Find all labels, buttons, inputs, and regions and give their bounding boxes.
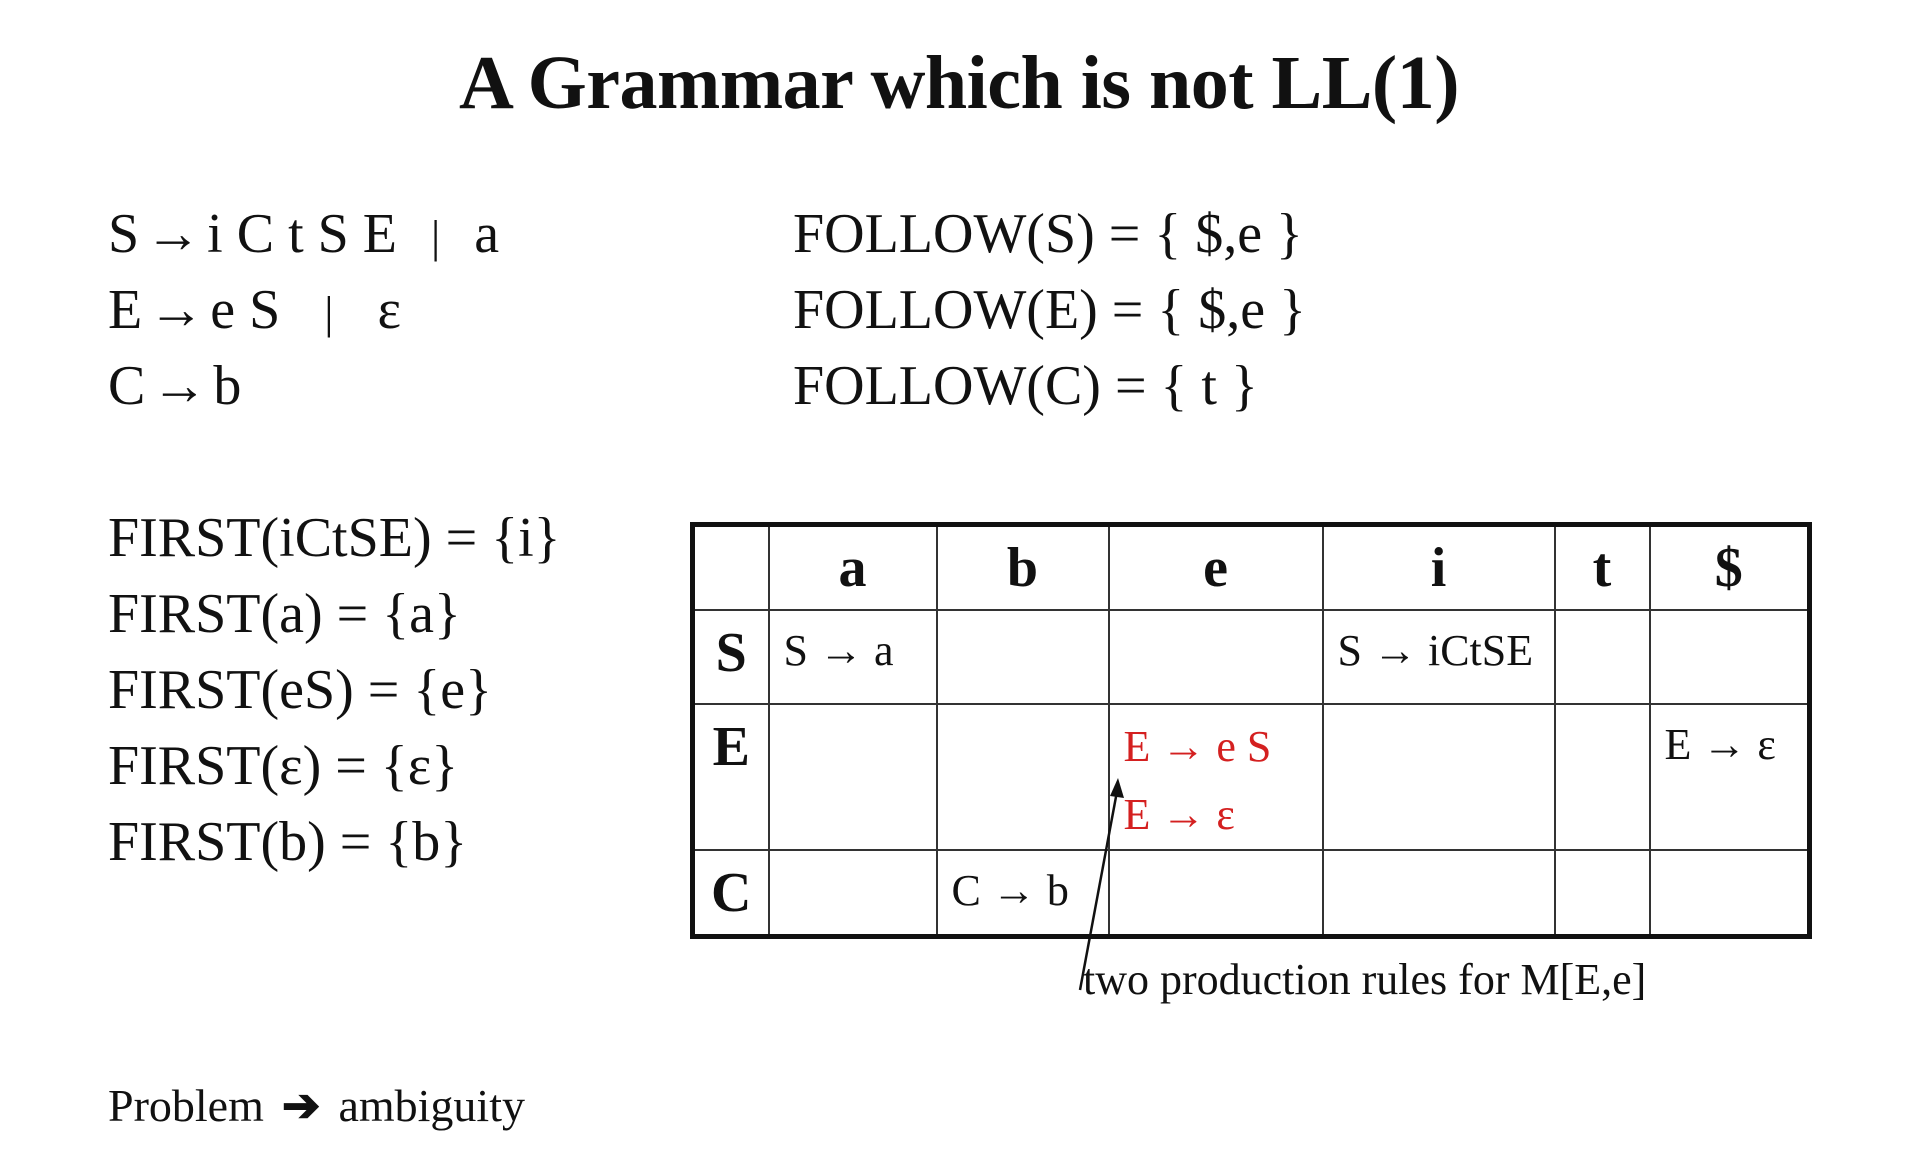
production-rhs: i C t S E [207,203,397,265]
production-lhs: C [108,355,146,417]
production-rhs: e S [210,279,281,341]
table-cell [1648,849,1811,937]
table-cell [767,703,938,851]
ll1-parse-table: a b e i t $ S S → a S → iCtSE E E → e S … [690,522,1812,939]
table-cell [1553,849,1651,937]
table-cell: S → a [767,609,938,705]
production-alt: ε [377,279,401,341]
first-es: FIRST(eS) = {e} [108,659,492,721]
arrow-icon: → [145,203,202,265]
first-a: FIRST(a) = {a} [108,583,461,645]
right-arrow-icon: ➔ [281,1080,321,1131]
conflict-productions: E → e S E → ε [1123,722,1272,839]
production-e: E → e S | ε [108,278,401,345]
production-rhs: b [213,355,242,417]
table-row: S S → a S → iCtSE [691,609,1811,705]
table-cell [1321,703,1556,851]
row-header: E [691,703,770,851]
production-s: S → i C t S E | a [108,202,499,269]
table-cell [1553,609,1651,705]
table-cell [1648,609,1811,705]
production-alt: a [474,203,500,265]
column-header: b [935,523,1110,611]
table-cell [1321,849,1556,937]
follow-e: FOLLOW(E) = { $,e } [793,279,1306,341]
problem-label: Problem [108,1080,264,1131]
table-cell [935,609,1110,705]
follow-c: FOLLOW(C) = { t } [793,355,1258,417]
table-cell [935,703,1110,851]
table-cell [1553,703,1651,851]
table-corner [691,523,770,611]
follow-s: FOLLOW(S) = { $,e } [793,203,1303,265]
column-header: e [1107,523,1324,611]
alternative-bar: | [324,287,334,338]
first-icstse: FIRST(iCtSE) = {i} [108,507,561,569]
column-header: a [767,523,938,611]
slide-title: A Grammar which is not LL(1) [458,41,1460,125]
column-header: i [1321,523,1556,611]
row-header: S [691,609,770,705]
alternative-bar: | [430,211,441,262]
table-row: C C → b [691,849,1811,937]
conflict-annotation: two production rules for M[E,e] [1083,955,1647,1004]
conflict-cell: E → e S E → ε [1107,703,1324,851]
column-header: $ [1648,523,1811,611]
production-lhs: E [108,279,143,341]
table-row: E E → e S E → ε E → ε [691,703,1811,851]
first-epsilon: FIRST(ε) = {ε} [108,735,459,797]
arrow-icon: → [148,279,205,341]
production-c: C → b [108,354,241,418]
row-header: C [691,849,770,937]
table-cell: E → ε [1648,703,1811,851]
problem-text: ambiguity [338,1080,525,1131]
table-cell [1107,609,1324,705]
column-header: t [1553,523,1651,611]
table-cell: S → iCtSE [1321,609,1556,705]
table-cell [1107,849,1324,937]
table-cell: C → b [935,849,1110,937]
table-cell [767,849,938,937]
production-lhs: S [108,203,140,265]
arrow-icon: → [151,355,208,417]
first-b: FIRST(b) = {b} [108,811,468,873]
table-header-row: a b e i t $ [691,523,1811,611]
problem-statement: Problem ➔ ambiguity [108,1078,525,1134]
